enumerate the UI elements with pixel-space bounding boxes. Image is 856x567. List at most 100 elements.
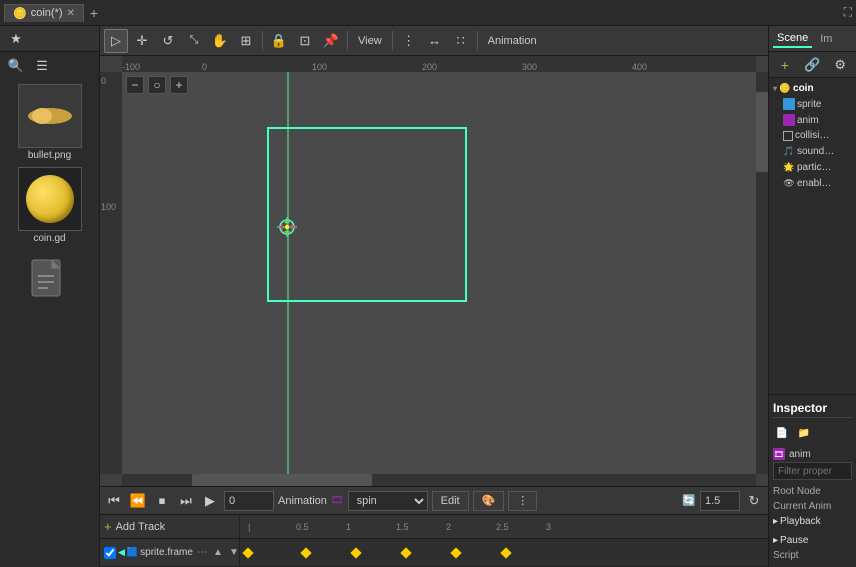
pin-button[interactable]: 📌: [319, 29, 343, 53]
move-tool-button[interactable]: ✛: [130, 29, 154, 53]
scene-node-sound[interactable]: 🎵 sound…: [769, 143, 856, 159]
add-track-label[interactable]: Add Track: [116, 521, 166, 533]
track-node-icon: 🟦: [127, 547, 138, 558]
snap3-button[interactable]: ∷: [449, 29, 473, 53]
scene-node-sprite[interactable]: sprite: [769, 96, 856, 112]
scene-node-anim[interactable]: anim: [769, 112, 856, 128]
inspector-pause-section[interactable]: ▸ Pause: [773, 533, 852, 548]
main-layout: ★ 🔍 ☰ bullet.png coin: [0, 26, 856, 567]
scale-tool-button[interactable]: ⤡: [182, 29, 206, 53]
group-button[interactable]: ⊡: [293, 29, 317, 53]
anim-more-button[interactable]: ⋮: [508, 491, 537, 511]
node-icon-coin: 🪙: [779, 82, 791, 94]
asset-bullet-png[interactable]: bullet.png: [4, 84, 95, 161]
scrollbar-h-thumb[interactable]: [192, 474, 372, 486]
track-down-button[interactable]: ▼: [227, 546, 241, 560]
snap1-button[interactable]: ⋮: [397, 29, 421, 53]
tl-mark-2-5: 2.5: [496, 522, 509, 532]
inspector-playback-section[interactable]: ▸ Playback: [773, 514, 852, 529]
search-button[interactable]: 🔍: [4, 54, 28, 78]
zoom-in-button[interactable]: +: [170, 76, 188, 94]
zoom-out-button[interactable]: −: [126, 76, 144, 94]
asset-coin-gd[interactable]: coin.gd: [4, 167, 95, 244]
animation-label[interactable]: Animation: [482, 35, 543, 47]
left-panel: ★ 🔍 ☰ bullet.png coin: [0, 26, 100, 567]
inspector-anim-node-row: 🎞 anim: [773, 446, 852, 462]
scene-add-button[interactable]: +: [773, 53, 797, 77]
canvas-area[interactable]: -100 0 100 200 300 400 0 100: [100, 56, 768, 486]
toolbar-sep-2: [347, 31, 348, 51]
keyframe-0[interactable]: [242, 547, 253, 558]
scene-node-particles[interactable]: 🌟 partic…: [769, 159, 856, 175]
scene-link-button[interactable]: 🔗: [801, 53, 825, 77]
add-track-plus-button[interactable]: +: [104, 519, 112, 534]
ruler-h-mark-400: 400: [632, 62, 647, 72]
tab-close-icon[interactable]: ✕: [67, 8, 75, 19]
scrollbar-v-thumb[interactable]: [756, 92, 768, 172]
track-more-button[interactable]: ⋯: [195, 546, 209, 560]
zoom-controls: − ○ +: [126, 76, 188, 94]
zoom-reset-button[interactable]: ○: [148, 76, 166, 94]
track-left-arrow[interactable]: ◀: [118, 547, 125, 558]
rotate-tool-button[interactable]: ↺: [156, 29, 180, 53]
ruler-h-mark-200: 200: [422, 62, 437, 72]
rulers-tool-button[interactable]: ⊞: [234, 29, 258, 53]
lock-button[interactable]: 🔒: [267, 29, 291, 53]
tl-mark-0-5: 0.5: [296, 522, 309, 532]
ruler-v-mark-0-label: 0: [101, 76, 106, 86]
tab-im[interactable]: Im: [816, 31, 836, 47]
canvas-scrollbar-horizontal[interactable]: [122, 474, 756, 486]
select-tool-button[interactable]: ▷: [104, 29, 128, 53]
node-label-coin: coin: [793, 83, 814, 94]
scene-node-enable[interactable]: 👁 enabl…: [769, 175, 856, 191]
asset-file[interactable]: [4, 250, 95, 314]
track-timeline-area[interactable]: [240, 539, 768, 566]
pan-tool-button[interactable]: ✋: [208, 29, 232, 53]
keyframe-3[interactable]: [400, 547, 411, 558]
anim-step-back-button[interactable]: ⏮: [104, 491, 124, 511]
canvas-object-handle[interactable]: [277, 217, 297, 237]
track-enable-checkbox[interactable]: [104, 547, 116, 559]
keyframe-4[interactable]: [450, 547, 461, 558]
ruler-h-mark-0: 0: [202, 62, 207, 72]
scene-gear-button[interactable]: ⚙: [828, 53, 852, 77]
anim-edit-button[interactable]: Edit: [432, 491, 469, 511]
track-up-button[interactable]: ▲: [211, 546, 225, 560]
anim-label: Animation: [278, 495, 327, 507]
scene-node-collision[interactable]: collisi…: [769, 128, 856, 143]
list-view-button[interactable]: ☰: [30, 54, 54, 78]
anim-transport-toolbar: ⏮ ⏪ ⏹ ⏭ ▶ Animation 🎞 spin Edit 🎨 ⋮ 🔄 ↻: [100, 487, 768, 515]
anim-step-fwd-button[interactable]: ⏭: [176, 491, 196, 511]
ruler-h-mark-100: 100: [312, 62, 327, 72]
tl-mark-1: 1: [346, 522, 351, 532]
snap2-button[interactable]: ↔: [423, 29, 447, 53]
keyframe-1[interactable]: [300, 547, 311, 558]
anim-palette-button[interactable]: 🎨: [473, 491, 505, 511]
canvas-scrollbar-vertical[interactable]: [756, 72, 768, 474]
anim-stop-button[interactable]: ⏹: [152, 491, 172, 511]
anim-duration-input[interactable]: [700, 491, 740, 511]
canvas-object-rect[interactable]: [267, 127, 467, 302]
anim-name-select[interactable]: spin: [348, 491, 428, 511]
inspector-file-button[interactable]: 📄: [773, 424, 791, 442]
anim-rewind-button[interactable]: ⏪: [128, 491, 148, 511]
anim-time-input[interactable]: [224, 491, 274, 511]
node-label-particles: partic…: [797, 162, 831, 173]
bookmark-button[interactable]: ★: [4, 27, 28, 51]
tab-scene[interactable]: Scene: [773, 30, 812, 48]
keyframe-2[interactable]: [350, 547, 361, 558]
inspector-filter-input[interactable]: [773, 462, 852, 480]
anim-play-button[interactable]: ▶: [200, 491, 220, 511]
inspector-script-label: Script: [773, 550, 799, 561]
inspector-root-node-row: Root Node: [773, 484, 852, 499]
keyframe-5[interactable]: [500, 547, 511, 558]
tab-maximize-button[interactable]: ⛶: [844, 5, 852, 20]
anim-refresh-button[interactable]: ↻: [744, 491, 764, 511]
tab-coin[interactable]: 🪙 coin(*) ✕: [4, 4, 84, 22]
inspector-folder-button[interactable]: 📁: [795, 424, 813, 442]
anim-tracks: + Add Track | 0.5 1 1.5 2 2.5 3: [100, 515, 768, 567]
view-label[interactable]: View: [352, 35, 388, 47]
scene-node-coin[interactable]: ▾ 🪙 coin: [769, 80, 856, 96]
asset-coin-thumb: [18, 167, 82, 231]
tab-add-button[interactable]: +: [86, 5, 102, 21]
